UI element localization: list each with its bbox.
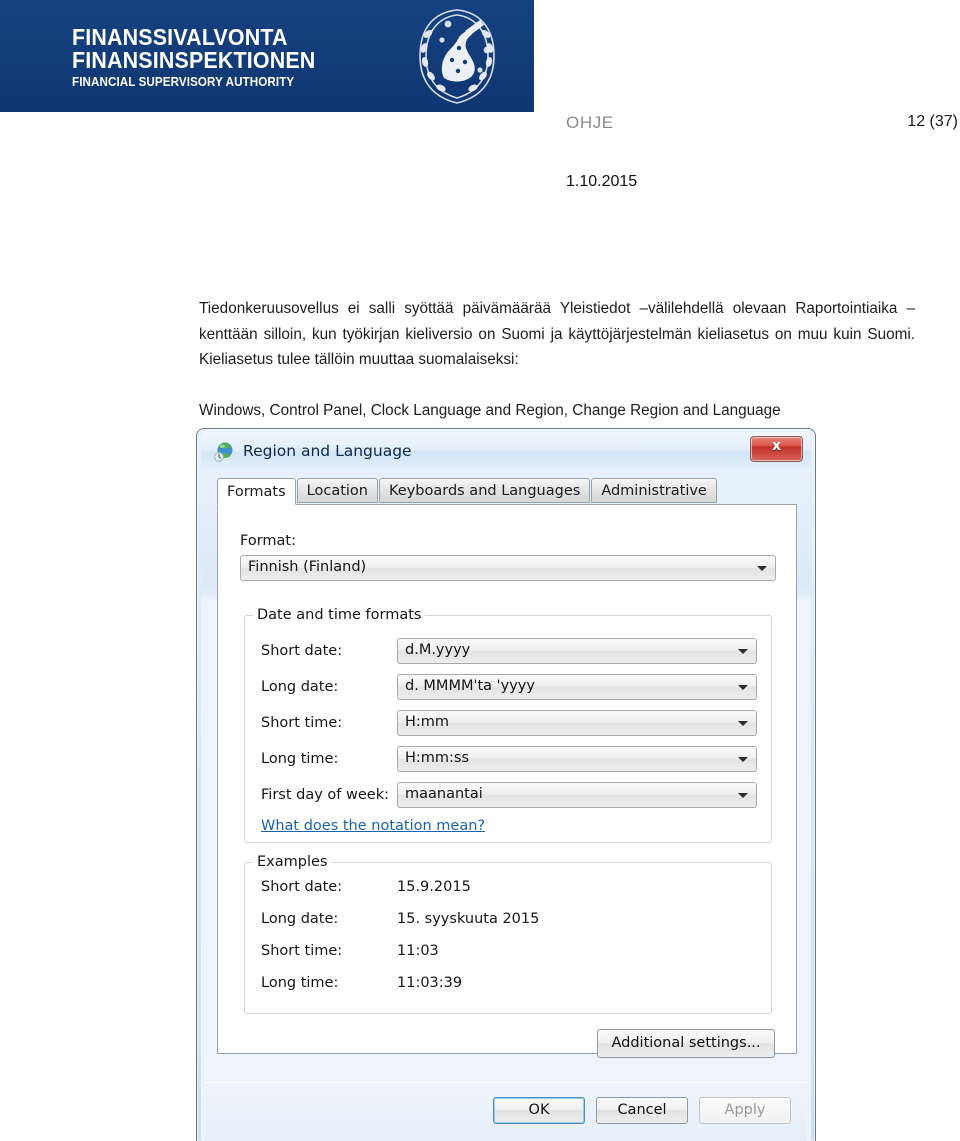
- date-and-time-formats-title: Date and time formats: [253, 607, 426, 623]
- tab-administrative[interactable]: Administrative: [591, 478, 717, 503]
- first-day-of-week-select[interactable]: maanantai: [397, 782, 757, 808]
- examples-group: Examples Short date: 15.9.2015 Long date…: [244, 854, 772, 1014]
- organization-logo-text: FINANSSIVALVONTA FINANSINSPEKTIONEN FINA…: [72, 24, 334, 89]
- long-date-select[interactable]: d. MMMM'ta 'yyyy: [397, 674, 757, 700]
- examples-title: Examples: [253, 854, 332, 870]
- paragraph-navigation-path: Windows, Control Panel, Clock Language a…: [199, 401, 781, 419]
- example-short-date-value: 15.9.2015: [397, 879, 471, 895]
- logo-line-english: FINANCIAL SUPERVISORY AUTHORITY: [72, 74, 295, 89]
- document-type-label: OHJE: [566, 113, 614, 132]
- region-and-language-dialog: Region and Language x Formats Location K…: [196, 428, 816, 1141]
- finnish-lion-crest-icon: [419, 9, 495, 104]
- logo-line-finnish: FINANSSIVALVONTA: [72, 24, 288, 50]
- region-globe-icon: [214, 442, 233, 462]
- short-time-label: Short time:: [261, 715, 343, 731]
- example-long-date-label: Long date:: [261, 911, 339, 927]
- dialog-tabstrip: Formats Location Keyboards and Languages…: [217, 478, 797, 505]
- cancel-button[interactable]: Cancel: [596, 1097, 688, 1124]
- example-short-time-value: 11:03: [397, 943, 439, 959]
- page-number-label: 12 (37): [907, 113, 958, 130]
- long-time-value: H:mm:ss: [405, 750, 470, 766]
- chevron-down-icon: [738, 649, 748, 654]
- first-day-of-week-label: First day of week:: [261, 787, 389, 803]
- logo-line-swedish: FINANSINSPEKTIONEN: [72, 47, 316, 74]
- paragraph-instruction: Tiedonkeruusovellus ei salli syöttää päi…: [199, 300, 915, 368]
- short-date-select[interactable]: d.M.yyyy: [397, 638, 757, 664]
- chevron-down-icon: [738, 721, 748, 726]
- dialog-title: Region and Language: [243, 442, 412, 460]
- dialog-button-bar: OK Cancel Apply: [205, 1082, 807, 1141]
- example-long-time-value: 11:03:39: [397, 975, 463, 991]
- example-long-time-label: Long time:: [261, 975, 339, 991]
- chevron-down-icon: [757, 566, 767, 571]
- document-date: 1.10.2015: [566, 173, 638, 190]
- ok-button[interactable]: OK: [493, 1097, 585, 1124]
- first-day-of-week-value: maanantai: [405, 786, 483, 802]
- long-date-value: d. MMMM'ta 'yyyy: [405, 678, 535, 694]
- notation-help-link[interactable]: What does the notation mean?: [261, 818, 485, 834]
- example-short-date-label: Short date:: [261, 879, 343, 895]
- close-icon[interactable]: x: [750, 436, 803, 462]
- example-short-time-label: Short time:: [261, 943, 343, 959]
- short-date-label: Short date:: [261, 643, 343, 659]
- body-text: Tiedonkeruusovellus ei salli syöttää päi…: [199, 296, 915, 423]
- chevron-down-icon: [738, 757, 748, 762]
- tab-location[interactable]: Location: [296, 478, 378, 503]
- long-time-label: Long time:: [261, 751, 339, 767]
- letterhead-banner: FINANSSIVALVONTA FINANSINSPEKTIONEN FINA…: [0, 0, 534, 112]
- long-time-select[interactable]: H:mm:ss: [397, 746, 757, 772]
- close-button-label: x: [771, 438, 782, 454]
- formats-tab-panel: Format: Finnish (Finland) Date and time …: [217, 504, 797, 1099]
- dialog-titlebar: Region and Language x: [201, 432, 811, 472]
- format-select-value: Finnish (Finland): [248, 559, 367, 575]
- chevron-down-icon: [738, 793, 748, 798]
- example-long-date-value: 15. syyskuuta 2015: [397, 911, 540, 927]
- date-and-time-formats-group: Date and time formats Short date: d.M.yy…: [244, 607, 772, 843]
- tab-formats[interactable]: Formats: [217, 478, 296, 505]
- chevron-down-icon: [738, 685, 748, 690]
- short-time-select[interactable]: H:mm: [397, 710, 757, 736]
- format-select[interactable]: Finnish (Finland): [240, 555, 776, 581]
- format-label: Format:: [240, 533, 296, 549]
- apply-button: Apply: [699, 1097, 791, 1124]
- additional-settings-button[interactable]: Additional settings...: [597, 1029, 775, 1058]
- short-date-value: d.M.yyyy: [405, 642, 471, 658]
- long-date-label: Long date:: [261, 679, 339, 695]
- dialog-frame: Region and Language x Formats Location K…: [201, 432, 811, 1141]
- short-time-value: H:mm: [405, 714, 450, 730]
- tab-keyboards-and-languages[interactable]: Keyboards and Languages: [378, 478, 591, 503]
